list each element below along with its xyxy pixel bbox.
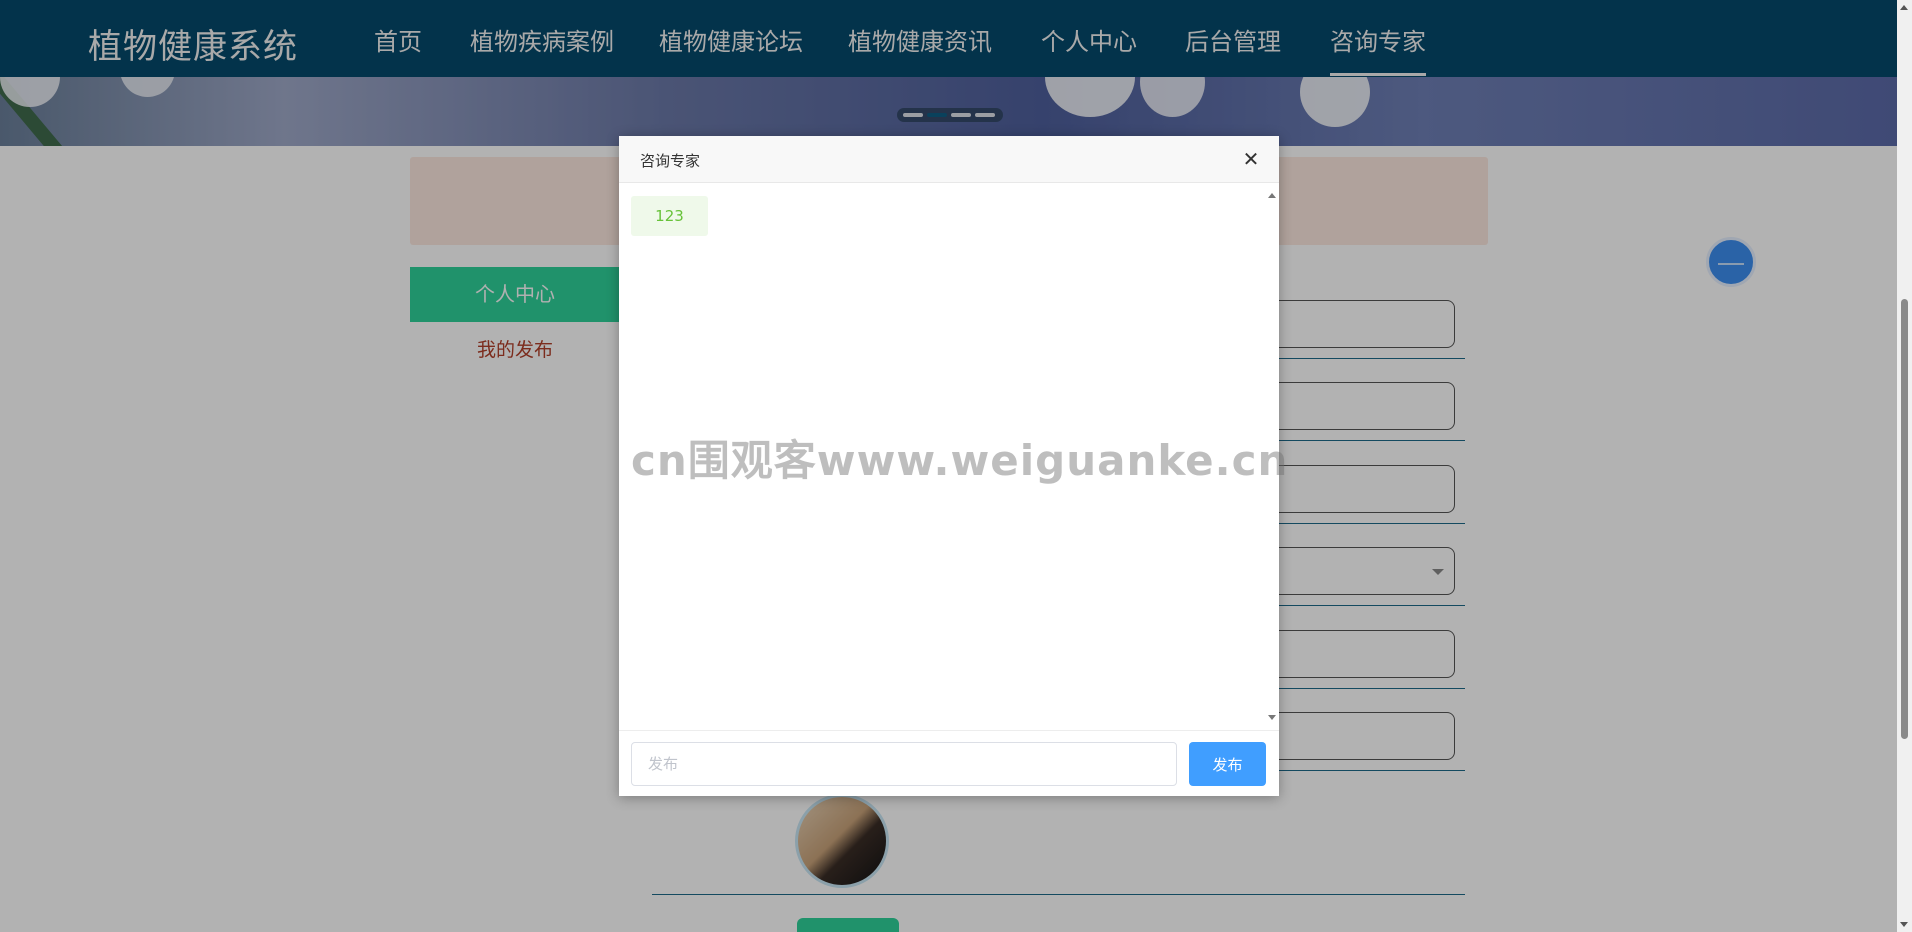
close-icon[interactable]: ✕ [1241, 149, 1261, 169]
consult-expert-dialog: 咨询专家 ✕ 123 cn围观客www.weiguanke.cn 发布 [619, 136, 1287, 796]
scroll-up-icon[interactable] [1900, 5, 1908, 10]
page-scrollbar[interactable] [1897, 0, 1912, 932]
scroll-up-icon[interactable] [1268, 193, 1276, 198]
watermark-text: cn围观客www.weiguanke.cn [631, 436, 1289, 485]
chat-message-area[interactable]: 123 cn围观客www.weiguanke.cn [619, 183, 1287, 730]
dialog-footer: 发布 [619, 730, 1279, 796]
dialog-header: 咨询专家 ✕ [619, 136, 1279, 183]
send-button[interactable]: 发布 [1189, 742, 1266, 786]
dialog-title: 咨询专家 [640, 152, 701, 170]
message-input[interactable] [631, 742, 1177, 786]
scroll-down-icon[interactable] [1900, 922, 1908, 927]
scroll-down-icon[interactable] [1268, 715, 1276, 720]
scrollbar-thumb[interactable] [1901, 299, 1908, 739]
chat-message: 123 [631, 196, 708, 236]
